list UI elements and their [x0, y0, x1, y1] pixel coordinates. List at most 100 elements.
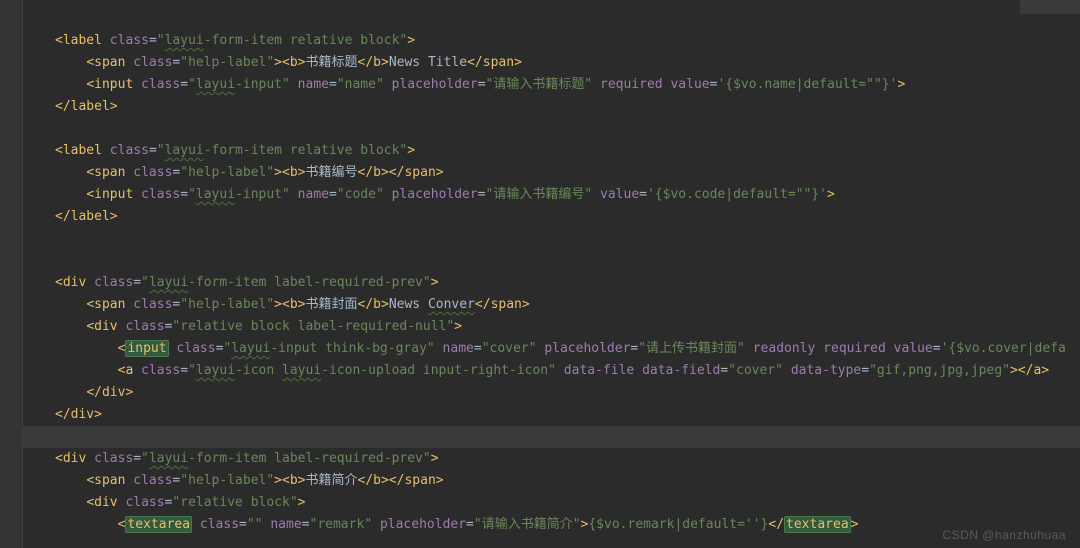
token-tag: input [125, 340, 168, 357]
code-line[interactable] [23, 8, 1080, 30]
token-eq: = [466, 517, 474, 532]
code-line[interactable]: <input class="layui-input" name="name" p… [23, 74, 1080, 96]
token-br: > [436, 473, 444, 488]
token-attr: class [125, 319, 164, 334]
token-str: "relative block label-required-null" [172, 319, 454, 334]
token-br: < [55, 275, 63, 290]
token-str: '{$vo.name|default=""}' [717, 77, 897, 92]
token-str: -input think-bg-gray" [270, 341, 442, 356]
code-line[interactable]: <div class="relative block label-require… [23, 316, 1080, 338]
token-str: "请上传书籍封面" [638, 341, 752, 356]
code-line[interactable]: </label> [23, 96, 1080, 118]
token-str: " [188, 77, 196, 92]
token-str: -input" [235, 77, 298, 92]
token-br: < [86, 319, 94, 334]
token-tag: div [63, 275, 94, 290]
token-str: "cover" [482, 341, 545, 356]
token-attr: value [600, 187, 639, 202]
token-tag: textarea [784, 516, 851, 533]
code-line[interactable]: <div class="relative block"> [23, 492, 1080, 514]
token-tag [192, 517, 200, 532]
token-tag: label [63, 33, 110, 48]
token-attr: class [141, 363, 180, 378]
token-tag: textarea [125, 516, 192, 533]
token-eq: = [329, 77, 337, 92]
token-tag: div [94, 495, 125, 510]
token-tag: span [94, 473, 133, 488]
token-attr: class [176, 341, 215, 356]
token-tag: b [290, 473, 298, 488]
token-eq: = [861, 363, 869, 378]
token-str: layui [165, 33, 204, 48]
token-br: > [454, 319, 462, 334]
token-str: "name" [337, 77, 392, 92]
window-control-strip [1020, 0, 1080, 14]
token-attr: class [141, 187, 180, 202]
token-tag: div [94, 319, 125, 334]
token-str: "help-label" [180, 165, 274, 180]
code-line[interactable]: <a class="layui-icon layui-icon-upload i… [23, 360, 1080, 382]
token-br: > [298, 495, 306, 510]
token-br: > [897, 77, 905, 92]
code-line[interactable]: </label> [23, 206, 1080, 228]
token-br: </ [467, 55, 483, 70]
token-str: layui [196, 363, 235, 378]
token-attr: placeholder [392, 77, 478, 92]
token-tag: input [94, 187, 141, 202]
token-attr: data-type [791, 363, 861, 378]
token-str: layui [196, 187, 235, 202]
token-br: > [436, 165, 444, 180]
token-eq: = [149, 33, 157, 48]
token-br: > [94, 407, 102, 422]
token-tag: label [71, 209, 110, 224]
token-tag: div [102, 385, 125, 400]
token-str: layui [165, 143, 204, 158]
code-line[interactable]: </div> [23, 404, 1080, 426]
code-area[interactable]: <label class="layui-form-item relative b… [23, 0, 1080, 548]
code-line[interactable]: <input class="layui-input" name="code" p… [23, 184, 1080, 206]
token-attr: value [670, 77, 709, 92]
token-attr: class [110, 33, 149, 48]
token-br: > [827, 187, 835, 202]
code-editor[interactable]: <label class="layui-form-item relative b… [0, 0, 1080, 548]
token-eq: = [933, 341, 941, 356]
code-line[interactable]: <input class="layui-input think-bg-gray"… [23, 338, 1080, 360]
token-br: < [55, 143, 63, 158]
token-tag: label [63, 143, 110, 158]
code-line[interactable]: </div> [23, 382, 1080, 404]
token-tag: b [290, 297, 298, 312]
code-line[interactable]: <div class="layui-form-item label-requir… [23, 448, 1080, 470]
token-br: < [86, 495, 94, 510]
token-attr: readonly [753, 341, 823, 356]
token-attr: class [133, 55, 172, 70]
token-eq: = [478, 77, 486, 92]
token-eq: = [239, 517, 247, 532]
code-line[interactable]: <span class="help-label"><b>书籍标题</b>News… [23, 52, 1080, 74]
token-str: "code" [337, 187, 392, 202]
token-tag: label [71, 99, 110, 114]
token-br: < [86, 165, 94, 180]
code-line[interactable]: <label class="layui-form-item relative b… [23, 140, 1080, 162]
token-br: </ [475, 297, 491, 312]
token-str: " [157, 33, 165, 48]
token-plain: News [389, 297, 428, 312]
code-line[interactable] [23, 250, 1080, 272]
token-tag: b [373, 165, 381, 180]
code-line[interactable]: <div class="layui-form-item label-requir… [23, 272, 1080, 294]
code-line[interactable] [23, 228, 1080, 250]
token-str: " [141, 451, 149, 466]
token-br: ></ [381, 473, 404, 488]
code-line[interactable]: <span class="help-label"><b>书籍编号</b></sp… [23, 162, 1080, 184]
code-line[interactable]: <textarea class="" name="remark" placeho… [23, 514, 1080, 536]
code-line[interactable] [23, 118, 1080, 140]
token-str: -form-item label-required-prev" [188, 275, 431, 290]
token-tag: div [71, 407, 94, 422]
token-br: </ [358, 473, 374, 488]
token-str: "remark" [310, 517, 380, 532]
code-line[interactable]: <span class="help-label"><b>书籍简介</b></sp… [23, 470, 1080, 492]
code-line[interactable] [23, 426, 1080, 448]
code-line[interactable]: <label class="layui-form-item relative b… [23, 30, 1080, 52]
token-br: </ [55, 407, 71, 422]
token-str: -icon [235, 363, 282, 378]
code-line[interactable]: <span class="help-label"><b>书籍封面</b>News… [23, 294, 1080, 316]
